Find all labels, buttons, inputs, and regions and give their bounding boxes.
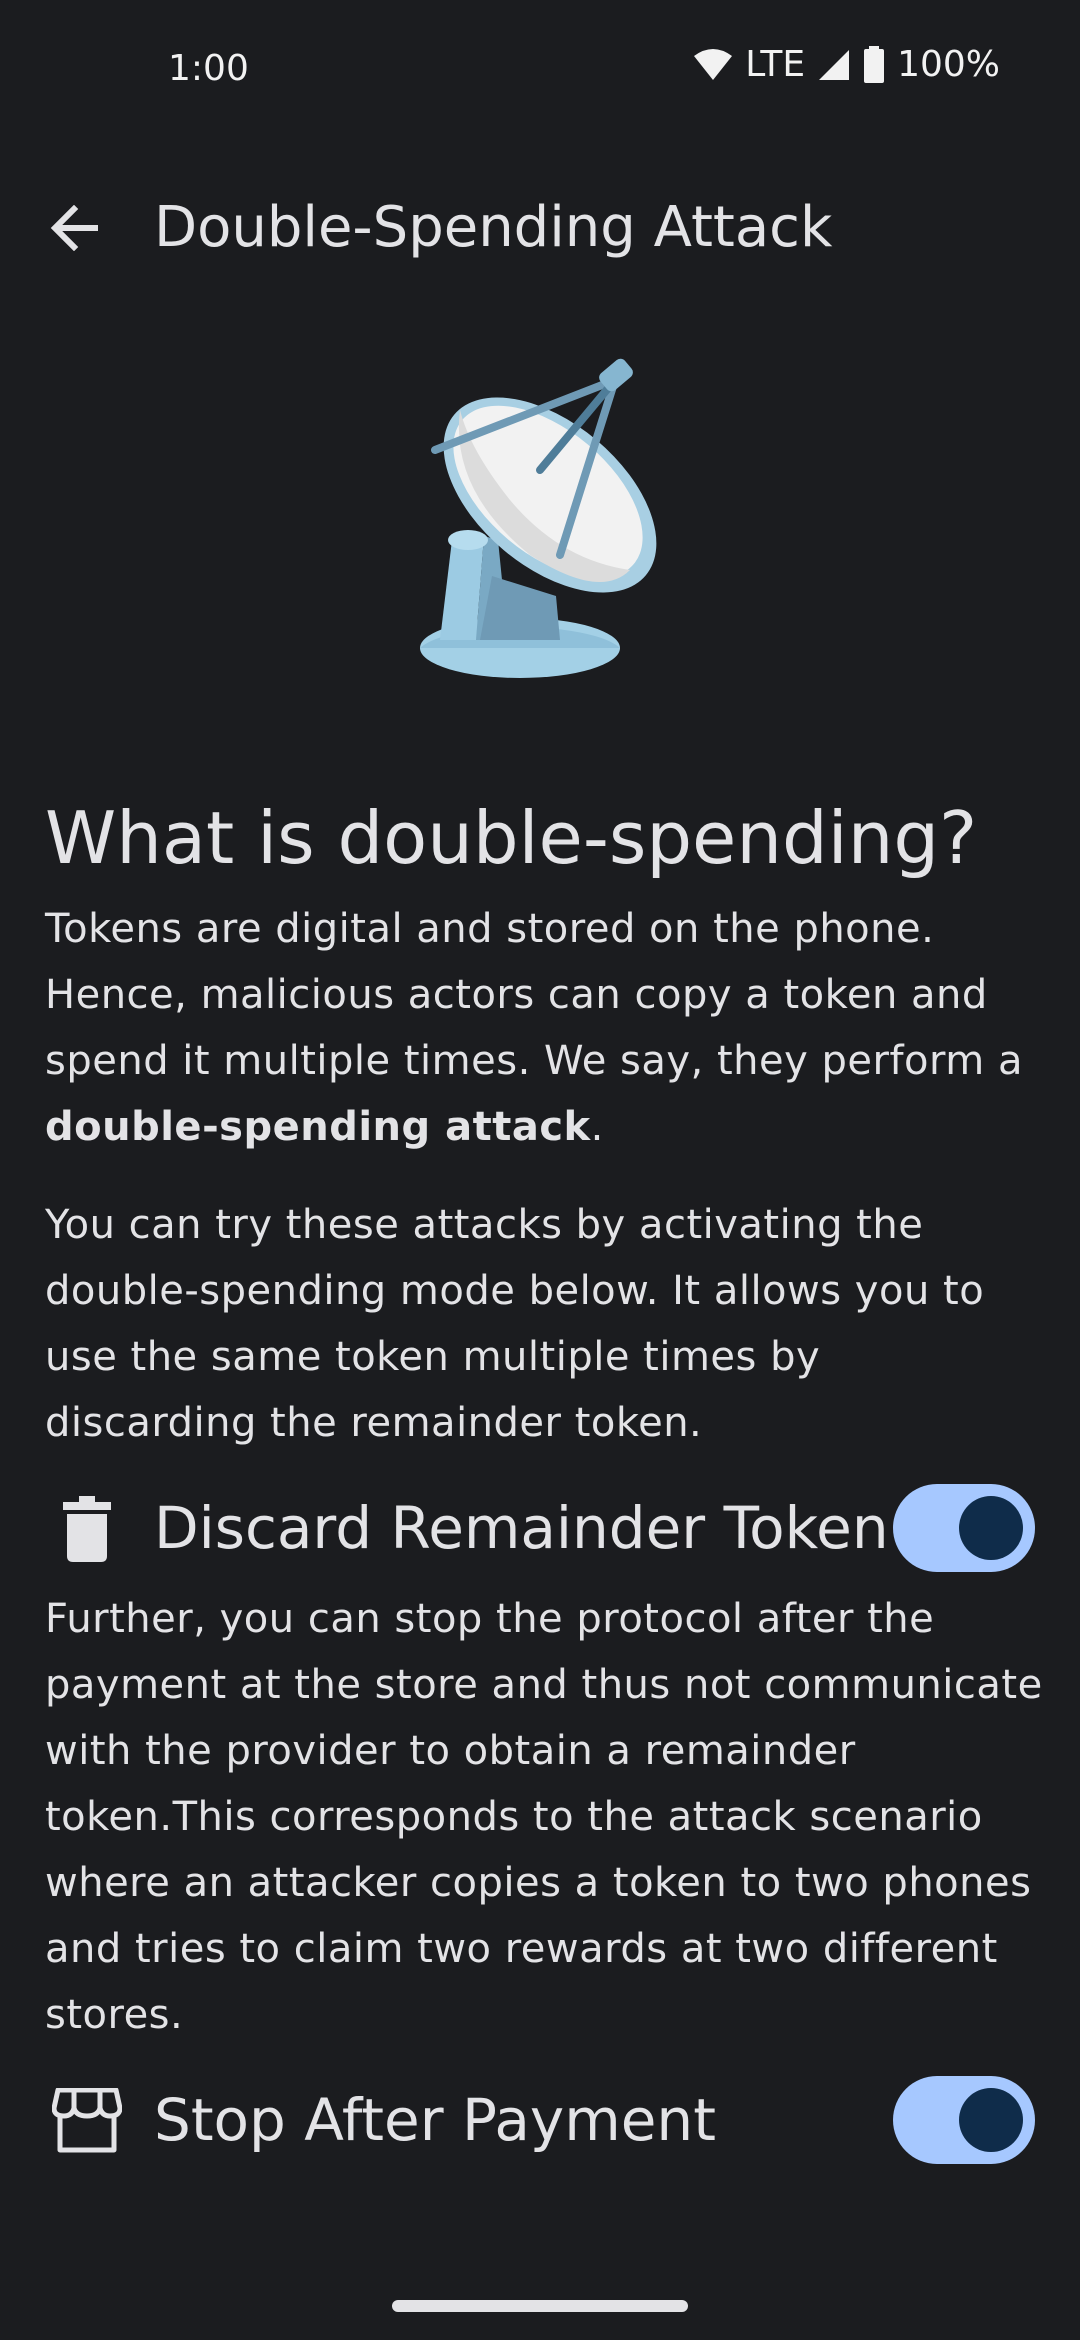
store-icon xyxy=(52,2086,122,2156)
discard-remainder-label: Discard Remainder Token xyxy=(154,1494,889,1562)
trash-icon xyxy=(52,1494,122,1564)
discard-remainder-setting[interactable]: Discard Remainder Token xyxy=(0,1476,1080,1576)
network-type: LTE xyxy=(745,44,806,85)
intro-end: . xyxy=(590,1104,604,1150)
intro-text: Tokens are digital and stored on the pho… xyxy=(45,906,1023,1084)
status-bar: 1:00 LTE 100% xyxy=(0,0,1080,140)
further-paragraph: Further, you can stop the protocol after… xyxy=(45,1596,1043,2038)
app-bar: Double-Spending Attack xyxy=(0,170,1080,280)
intro-paragraph: Tokens are digital and stored on the pho… xyxy=(45,896,1045,1160)
battery-icon xyxy=(863,45,885,84)
toggle-thumb xyxy=(959,1496,1023,1560)
intro-bold-term: double-spending attack xyxy=(45,1104,591,1150)
stop-after-payment-label: Stop After Payment xyxy=(154,2086,716,2154)
status-time: 1:00 xyxy=(168,48,249,89)
content: What is double-spending? Tokens are digi… xyxy=(45,790,1045,2178)
stop-after-payment-setting[interactable]: Stop After Payment xyxy=(0,2068,1080,2168)
back-button[interactable] xyxy=(36,188,116,268)
gesture-navigation-bar[interactable] xyxy=(392,2300,688,2312)
screen: 1:00 LTE 100% Double-Spending Attack Wha… xyxy=(0,0,1080,2340)
toggle-thumb xyxy=(959,2088,1023,2152)
battery-level: 100% xyxy=(897,44,1000,85)
satellite-dish-icon xyxy=(380,340,710,690)
arrow-back-icon xyxy=(50,205,98,251)
discard-remainder-toggle[interactable] xyxy=(893,1484,1035,1572)
stop-after-payment-toggle[interactable] xyxy=(893,2076,1035,2164)
page-title: Double-Spending Attack xyxy=(154,195,833,260)
status-indicators: LTE 100% xyxy=(693,44,1000,85)
section-heading: What is double-spending? xyxy=(45,796,978,880)
try-paragraph: You can try these attacks by activating … xyxy=(45,1202,985,1446)
wifi-icon xyxy=(693,48,733,82)
signal-icon xyxy=(817,48,851,82)
